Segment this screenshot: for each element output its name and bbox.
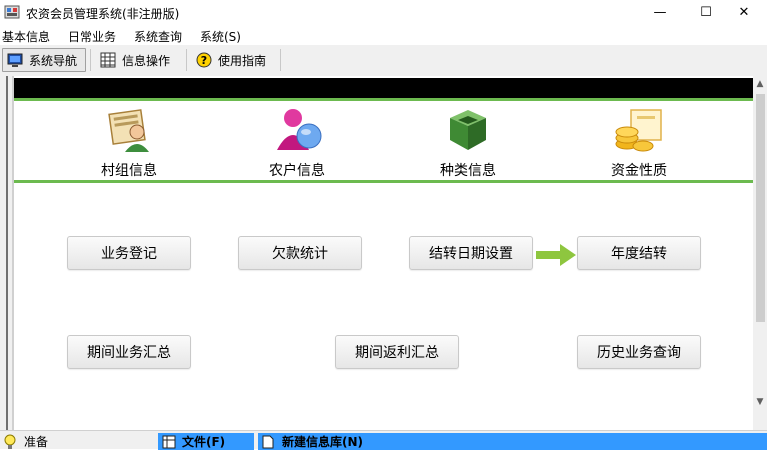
toolbar-separator: [280, 49, 281, 71]
svg-text:?: ?: [201, 54, 207, 67]
status-bar: 准备 文件(F) 新建信息库(N): [0, 430, 767, 450]
nav-label: 种类信息: [440, 163, 496, 179]
app-window: 农资会员管理系统(非注册版) — ☐ ✕ 基本信息 日常业务 系统查询 系统(S…: [0, 0, 767, 450]
menu-system[interactable]: 系统(S): [200, 25, 241, 45]
scroll-down-icon[interactable]: ▼: [753, 394, 767, 410]
period-business-summary-button[interactable]: 期间业务汇总: [67, 335, 191, 369]
status-new-db[interactable]: 新建信息库(N): [258, 433, 767, 450]
menu-bar: 基本信息 日常业务 系统查询 系统(S): [0, 25, 767, 45]
carryover-date-button[interactable]: 结转日期设置: [409, 236, 533, 270]
window-title: 农资会员管理系统(非注册版): [26, 7, 180, 21]
minimize-button[interactable]: —: [637, 0, 683, 25]
close-icon: ✕: [738, 5, 750, 20]
toolbar-system-nav-button[interactable]: 系统导航: [2, 48, 86, 72]
file-menu-label: 文件(F): [182, 435, 226, 449]
funds-icon: [615, 109, 662, 152]
scroll-thumb[interactable]: [756, 94, 765, 322]
left-frame-border: [0, 76, 14, 430]
menu-basic-info[interactable]: 基本信息: [2, 25, 50, 45]
menu-daily-business[interactable]: 日常业务: [68, 25, 116, 45]
scroll-up-icon[interactable]: ▲: [753, 76, 767, 92]
document-icon: [262, 435, 274, 448]
nav-funds[interactable]: 资金性质: [574, 106, 704, 180]
status-ready: 准备: [2, 433, 156, 450]
nav-category[interactable]: 种类信息: [403, 106, 533, 180]
nav-farmer[interactable]: 农户信息: [232, 106, 362, 180]
title-bar[interactable]: 农资会员管理系统(非注册版) — ☐ ✕: [0, 0, 767, 25]
toolbar: 系统导航 信息操作 ? 使用指南: [0, 45, 767, 75]
village-group-icon: [108, 109, 149, 152]
vertical-scrollbar[interactable]: ▲ ▼: [753, 76, 767, 430]
toolbar-info-ops-button[interactable]: 信息操作: [96, 48, 180, 72]
period-rebate-summary-button[interactable]: 期间返利汇总: [335, 335, 459, 369]
status-file-menu[interactable]: 文件(F): [158, 433, 254, 450]
toolbar-separator: [186, 49, 187, 71]
close-button[interactable]: ✕: [721, 0, 767, 25]
header-bar: [14, 78, 753, 98]
app-icon: [4, 5, 20, 19]
maximize-icon: ☐: [700, 5, 712, 20]
menu-system-query[interactable]: 系统查询: [134, 25, 182, 45]
grid-icon: [100, 52, 116, 68]
help-icon: ?: [196, 52, 212, 68]
new-db-label: 新建信息库(N): [282, 435, 364, 449]
toolbar-separator: [90, 49, 91, 71]
content-area: 村组信息 农户信息 种类信息 资金性质 业务登记 欠款统计 结转日期设置 年度结…: [0, 76, 767, 430]
history-query-button[interactable]: 历史业务查询: [577, 335, 701, 369]
toolbar-label: 信息操作: [122, 53, 171, 68]
lightbulb-icon: [4, 434, 16, 449]
status-text: 准备: [24, 435, 49, 449]
toolbar-guide-button[interactable]: ? 使用指南: [192, 48, 276, 72]
monitor-icon: [7, 53, 23, 67]
file-grid-icon: [162, 435, 176, 448]
business-register-button[interactable]: 业务登记: [67, 236, 191, 270]
toolbar-label: 使用指南: [218, 53, 267, 68]
category-box-icon: [450, 110, 486, 150]
nav-village-group[interactable]: 村组信息: [64, 106, 194, 180]
divider-middle: [14, 180, 753, 183]
nav-label: 村组信息: [101, 163, 157, 179]
annual-carryover-button[interactable]: 年度结转: [577, 236, 701, 270]
nav-label: 资金性质: [611, 163, 667, 179]
toolbar-label: 系统导航: [29, 53, 78, 68]
divider-top: [14, 98, 753, 101]
farmer-icon: [277, 109, 322, 150]
arrears-stats-button[interactable]: 欠款统计: [238, 236, 362, 270]
minimize-icon: —: [653, 5, 667, 20]
navigation-panel: 村组信息 农户信息 种类信息 资金性质 业务登记 欠款统计 结转日期设置 年度结…: [14, 76, 753, 430]
nav-label: 农户信息: [269, 163, 325, 179]
arrow-right-icon: [536, 244, 576, 266]
